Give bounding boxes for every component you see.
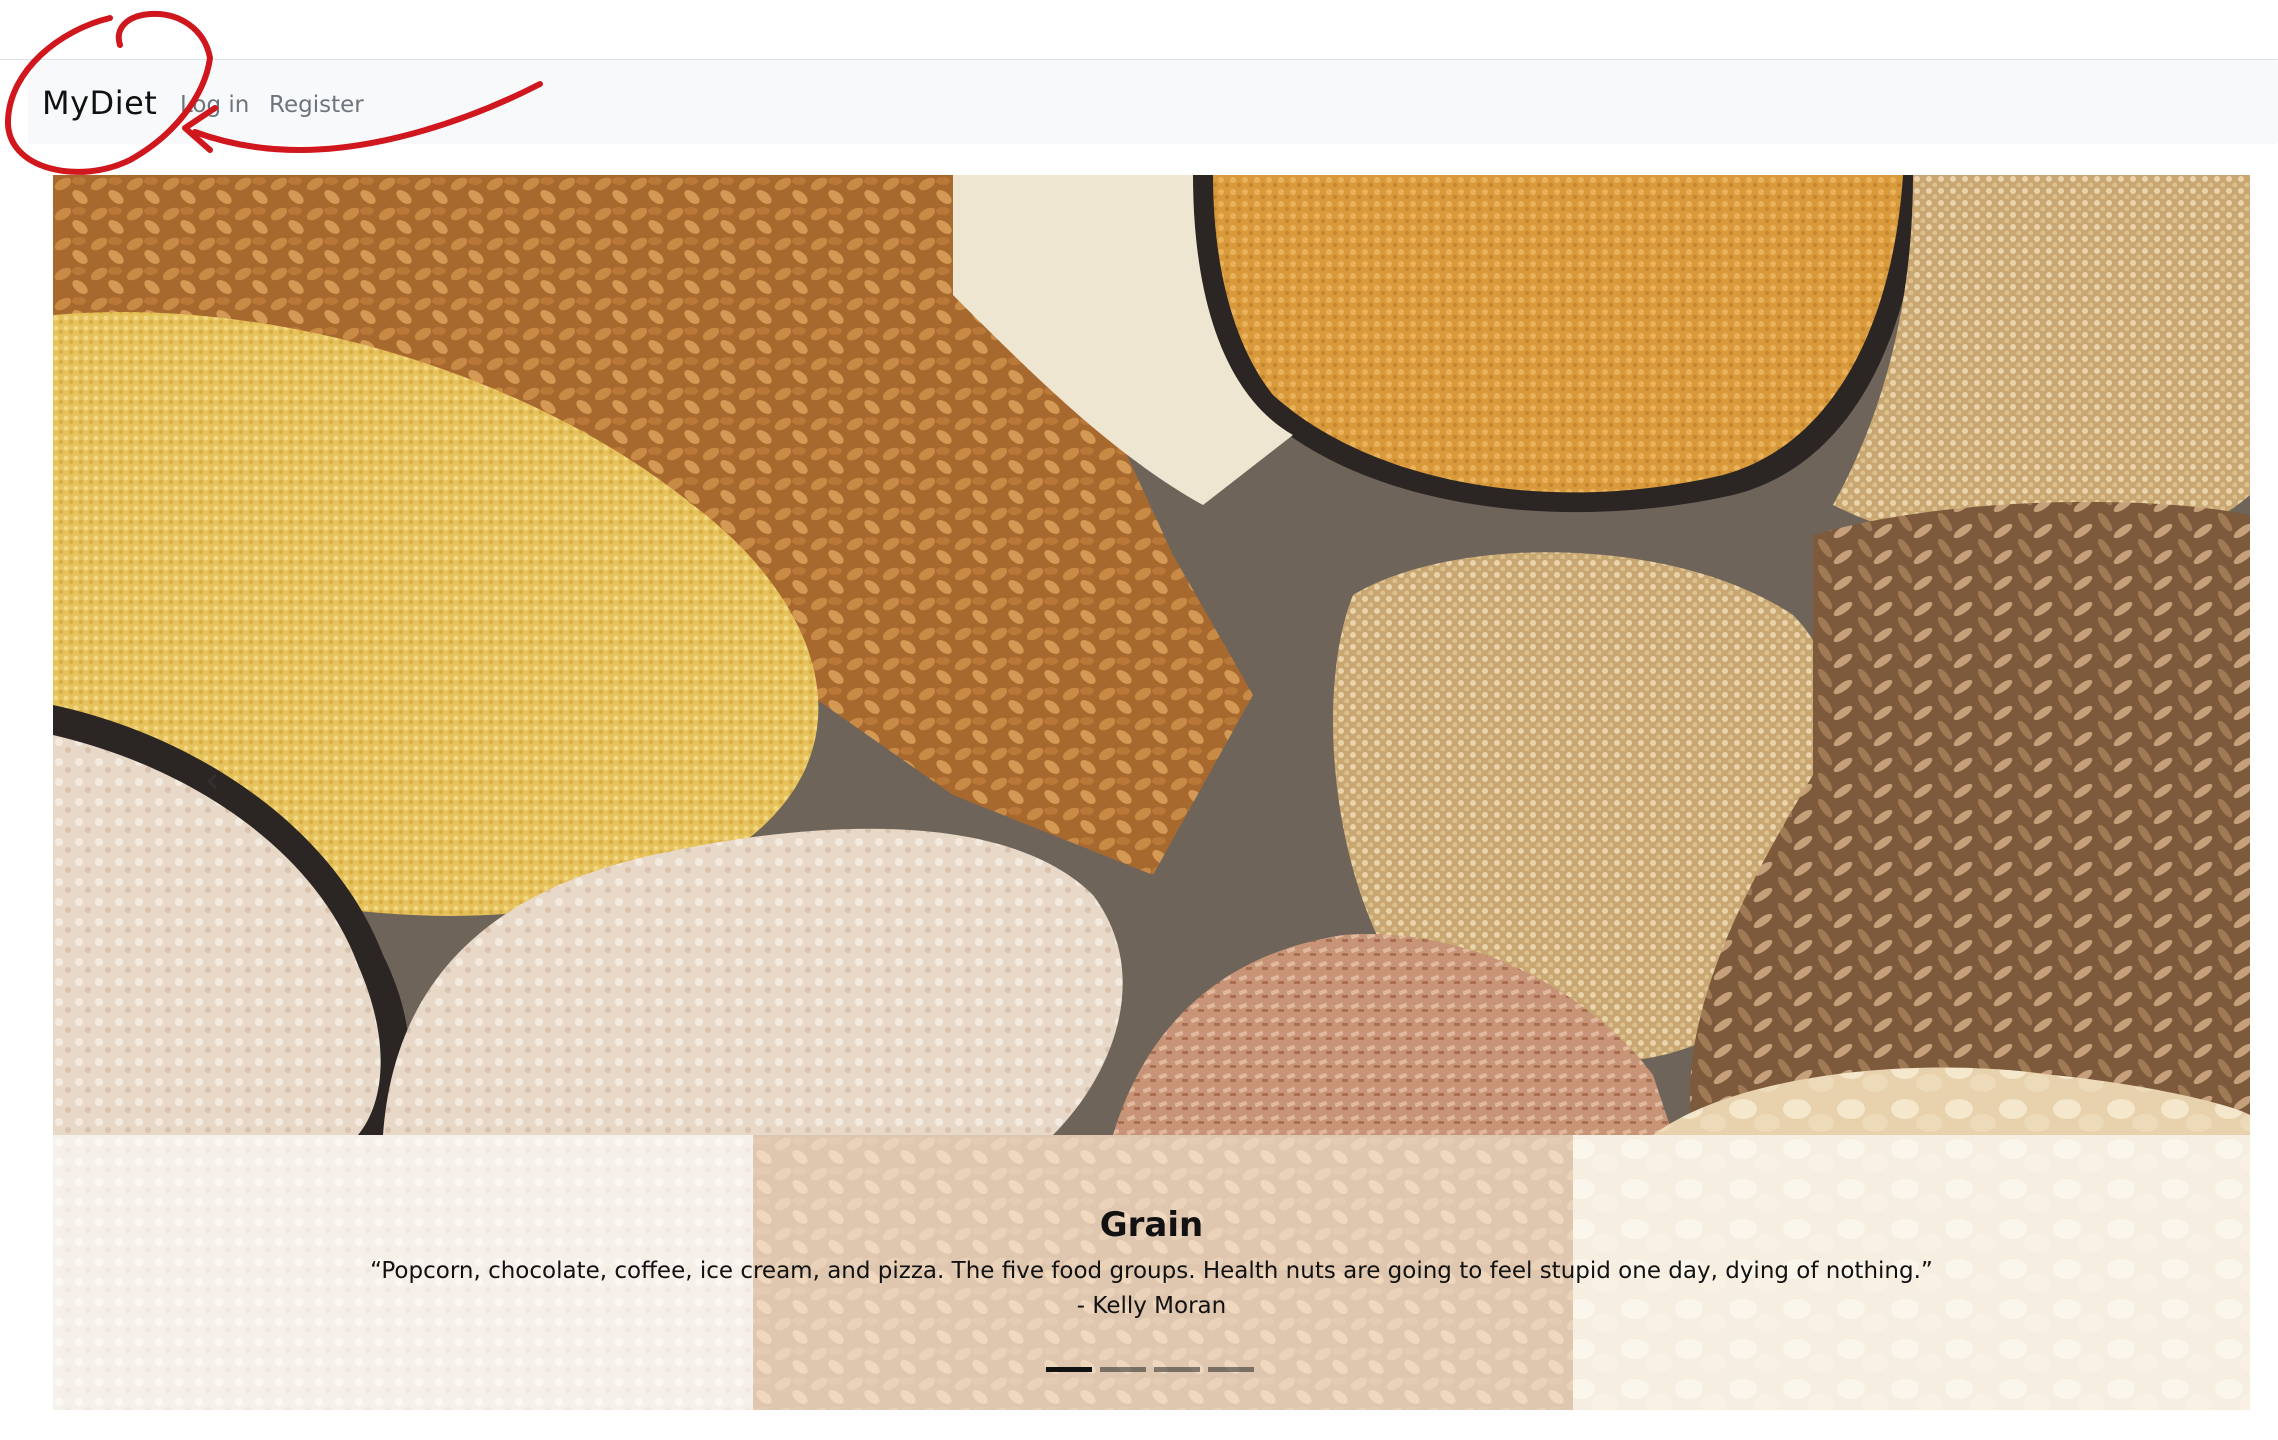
chevron-left-icon: ‹	[205, 760, 220, 801]
carousel-indicator[interactable]	[1046, 1367, 1092, 1372]
nav-register-link[interactable]: Register	[269, 92, 364, 118]
hero-carousel: ‹	[53, 175, 2250, 1410]
carousel-indicators	[1046, 1367, 1254, 1372]
carousel-indicator[interactable]	[1208, 1367, 1254, 1372]
nav-login-link[interactable]: Log in	[180, 92, 249, 118]
brand-logo[interactable]: MyDiet	[42, 84, 157, 122]
carousel-indicator[interactable]	[1154, 1367, 1200, 1372]
navbar	[28, 60, 2278, 144]
carousel-prev-button[interactable]: ‹	[53, 175, 313, 1135]
carousel-indicator[interactable]	[1100, 1367, 1146, 1372]
